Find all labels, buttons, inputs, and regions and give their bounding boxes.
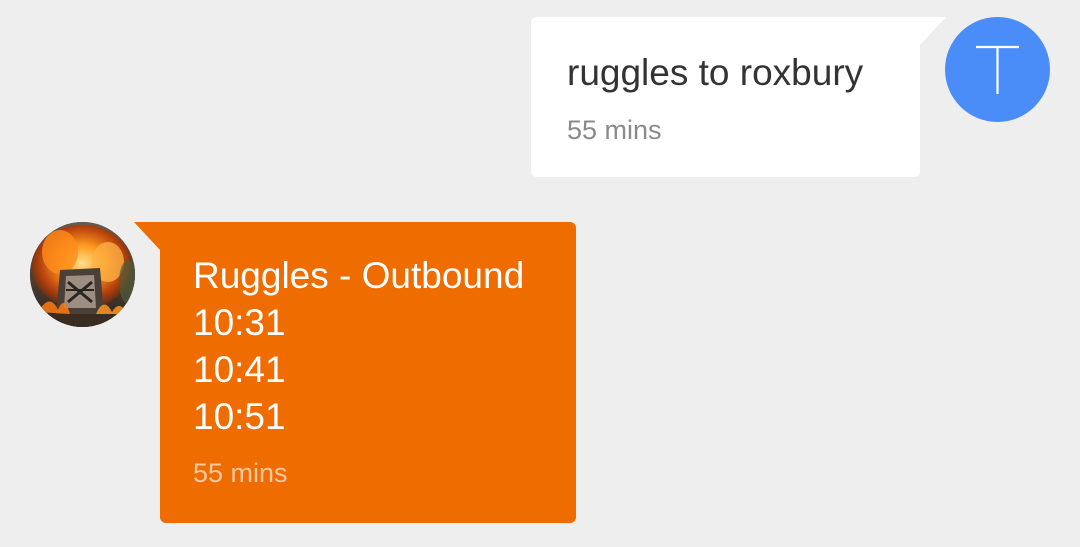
outgoing-message-bubble[interactable]: ruggles to roxbury 55 mins (531, 17, 920, 177)
outgoing-message-timestamp: 55 mins (567, 115, 662, 145)
incoming-bubble-tail (134, 222, 160, 250)
outgoing-message-text: ruggles to roxbury (567, 52, 864, 93)
burning-train-icon (30, 222, 135, 327)
departure-time: 10:51 (193, 396, 286, 437)
bot-avatar[interactable] (30, 222, 135, 327)
outgoing-bubble-tail (920, 17, 946, 45)
departure-time: 10:31 (193, 302, 286, 343)
incoming-message-heading: Ruggles - Outbound (193, 255, 525, 296)
incoming-message-body: Ruggles - Outbound 10:31 10:41 10:51 (193, 252, 524, 440)
departure-time: 10:41 (193, 349, 286, 390)
incoming-message-timestamp: 55 mins (193, 458, 288, 488)
user-avatar[interactable] (945, 17, 1050, 122)
incoming-message-bubble[interactable]: Ruggles - Outbound 10:31 10:41 10:51 55 … (160, 222, 576, 523)
user-avatar-letter-icon (976, 45, 1019, 94)
